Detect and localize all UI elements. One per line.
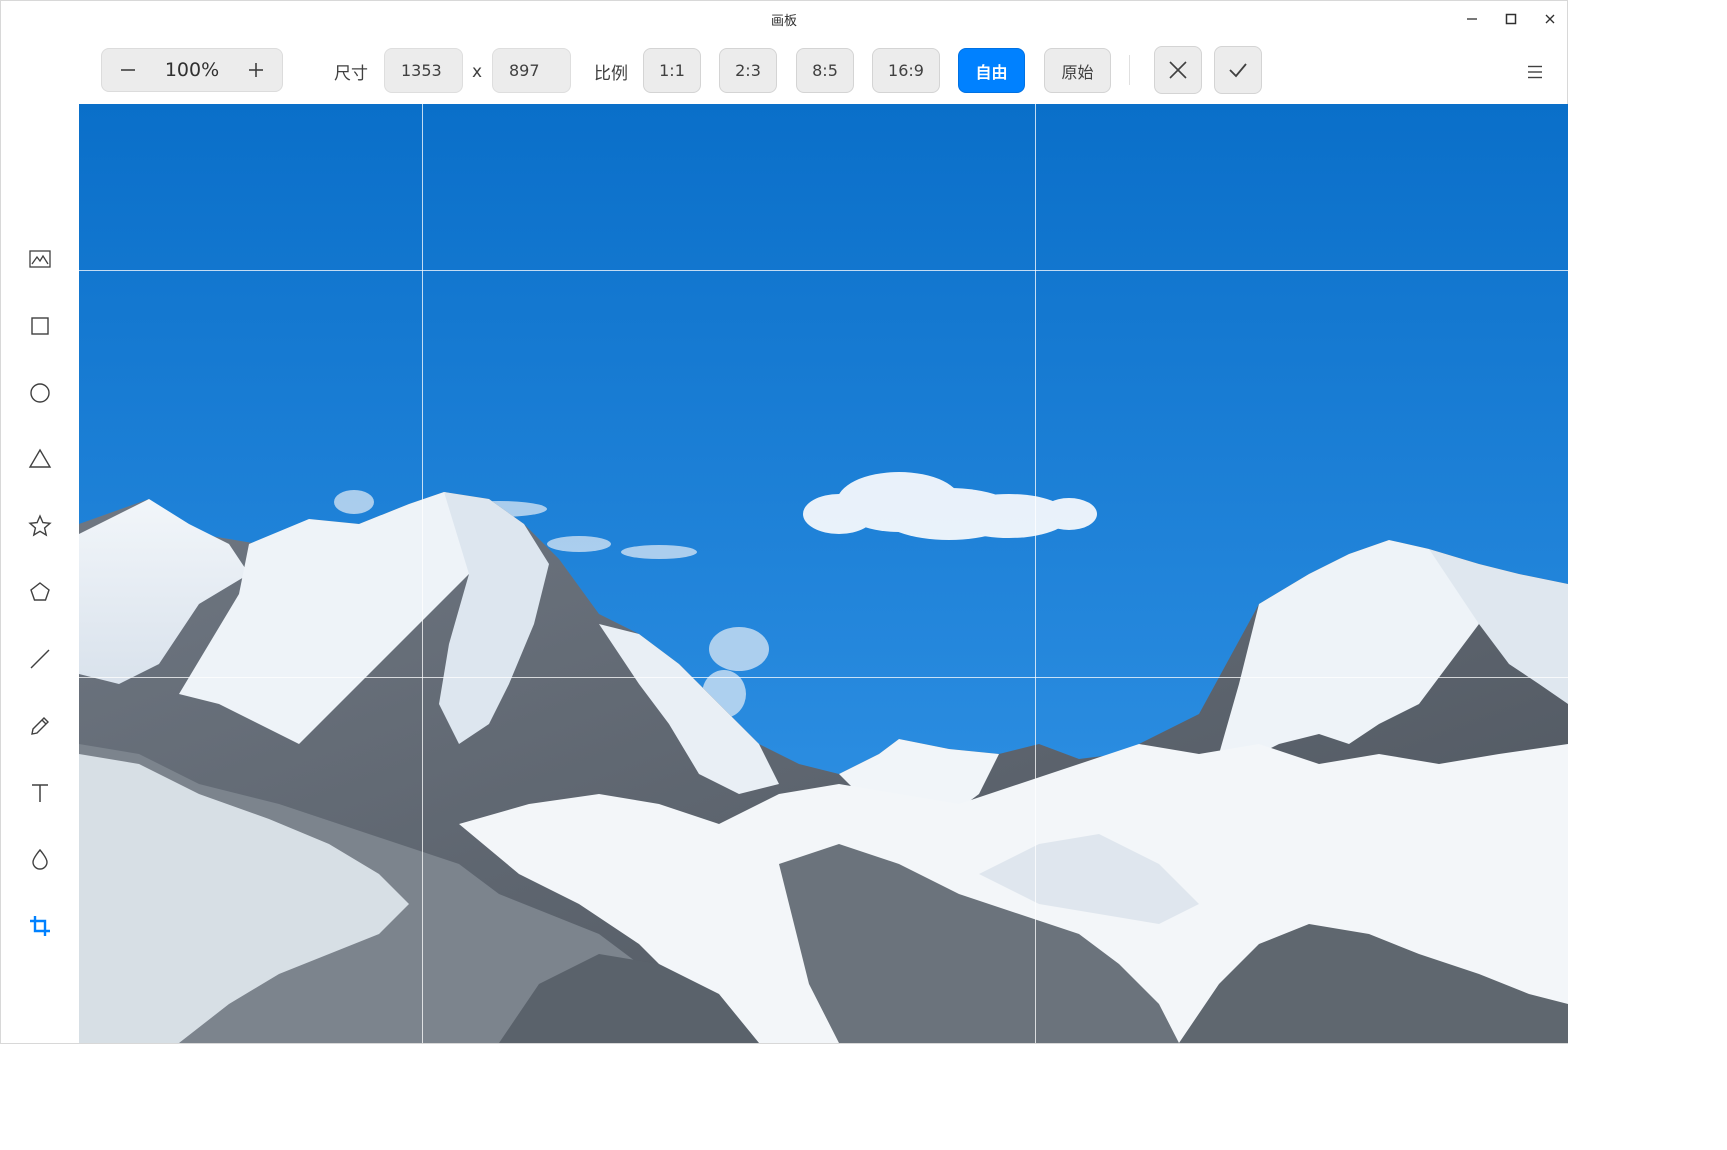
tool-text[interactable] (23, 776, 57, 810)
text-icon (32, 784, 48, 802)
tool-crop[interactable] (23, 909, 57, 943)
pentagon-icon (30, 582, 50, 601)
crop-grid-line-v2 (1035, 104, 1036, 1043)
crop-width-field[interactable]: 1353 (384, 48, 463, 93)
ratio-1-1-button[interactable]: 1:1 (643, 48, 701, 93)
crop-icon (30, 916, 50, 936)
ratio-free-button[interactable]: 自由 (958, 48, 1025, 93)
size-label: 尺寸 (334, 64, 368, 84)
cancel-crop-button[interactable] (1154, 46, 1202, 94)
title-bar: 画板 (1, 1, 1567, 37)
rectangle-icon (31, 317, 49, 335)
ratio-label: 比例 (594, 64, 628, 84)
minus-icon (121, 69, 135, 71)
size-separator: x (472, 62, 483, 82)
minimize-icon (1467, 18, 1477, 20)
maximize-icon (1505, 13, 1517, 25)
check-icon (1229, 63, 1247, 78)
toolbar-divider (1129, 55, 1130, 85)
ratio-2-3-button[interactable]: 2:3 (719, 48, 777, 93)
tool-blur[interactable] (23, 842, 57, 876)
crop-canvas[interactable] (79, 104, 1568, 1043)
tool-polygon[interactable] (23, 575, 57, 609)
ratio-8-5-button[interactable]: 8:5 (796, 48, 854, 93)
tool-image[interactable] (23, 242, 57, 276)
tool-pencil[interactable] (23, 709, 57, 743)
drop-icon (32, 848, 48, 870)
zoom-out-button[interactable] (102, 49, 154, 91)
maximize-button[interactable] (1496, 6, 1526, 32)
main-menu-button[interactable] (1519, 59, 1551, 85)
crop-height-field[interactable]: 897 (492, 48, 571, 93)
star-icon (28, 514, 52, 537)
zoom-level: 100% (164, 59, 220, 81)
plus-icon (249, 63, 263, 77)
crop-grid-line-v1 (422, 104, 423, 1043)
image-icon (29, 250, 51, 268)
crop-grid-line-h2 (79, 677, 1568, 678)
tool-line[interactable] (23, 642, 57, 676)
ratio-original-button[interactable]: 原始 (1044, 48, 1111, 93)
crop-toolbar: 100% 尺寸 1353 x 897 比例 1:1 2:3 8:5 16:9 自… (1, 37, 1567, 104)
minimize-button[interactable] (1457, 6, 1487, 32)
tool-star[interactable] (23, 509, 57, 543)
mountain-photo (79, 104, 1568, 1043)
tool-sidebar (1, 104, 79, 1043)
tool-rectangle[interactable] (23, 309, 57, 343)
window-title: 画板 (770, 14, 797, 29)
ratio-16-9-button[interactable]: 16:9 (872, 48, 940, 93)
close-icon (1169, 61, 1187, 79)
crop-grid-line-h1 (79, 270, 1568, 271)
zoom-control: 100% (101, 48, 283, 92)
confirm-crop-button[interactable] (1214, 46, 1262, 94)
tool-ellipse[interactable] (23, 376, 57, 410)
tool-triangle[interactable] (23, 442, 57, 476)
close-icon (1545, 14, 1555, 24)
drawing-board-window: 画板 100% 尺寸 1353 x 897 比例 1:1 2:3 8:5 16:… (0, 0, 1568, 1044)
line-icon (30, 649, 50, 669)
menu-icon (1528, 65, 1542, 79)
triangle-icon (28, 448, 52, 468)
pencil-icon (31, 717, 49, 735)
circle-icon (30, 383, 50, 403)
zoom-in-button[interactable] (230, 49, 282, 91)
close-window-button[interactable] (1535, 6, 1565, 32)
